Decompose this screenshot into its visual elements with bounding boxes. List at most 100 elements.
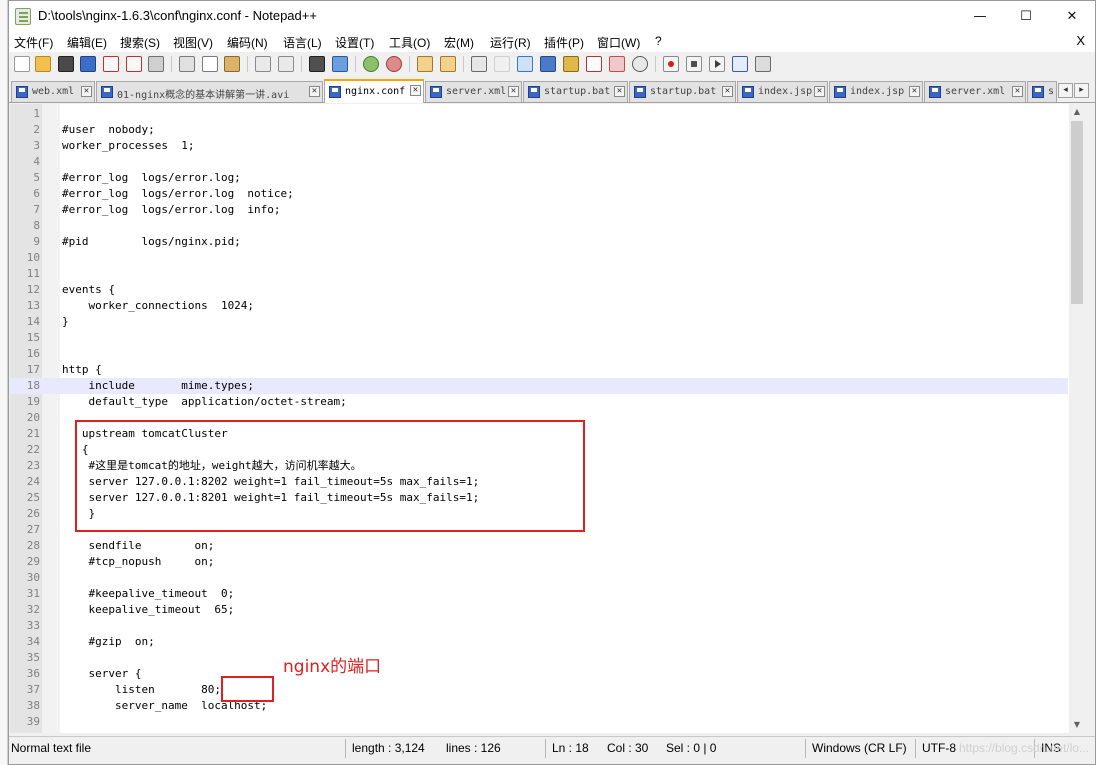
open-file-icon[interactable] bbox=[35, 56, 51, 72]
undo-icon[interactable] bbox=[255, 56, 271, 72]
code-text[interactable]: default_type application/octet-stream; bbox=[62, 394, 346, 410]
code-line[interactable]: 13 worker_connections 1024; bbox=[10, 298, 1068, 314]
code-line[interactable]: 39 bbox=[10, 714, 1068, 730]
code-line[interactable]: 19 default_type application/octet-stream… bbox=[10, 394, 1068, 410]
code-text[interactable]: worker_connections 1024; bbox=[62, 298, 254, 314]
code-line[interactable]: 10 bbox=[10, 250, 1068, 266]
monitoring-icon[interactable] bbox=[609, 56, 625, 72]
print-icon[interactable] bbox=[148, 56, 164, 72]
tab-close-icon[interactable]: ✕ bbox=[722, 86, 733, 97]
run-macro-multiple-icon[interactable] bbox=[732, 56, 748, 72]
sync-horizontal-icon[interactable] bbox=[440, 56, 456, 72]
code-text[interactable]: include mime.types; bbox=[62, 378, 254, 394]
code-line[interactable]: 28 sendfile on; bbox=[10, 538, 1068, 554]
code-line[interactable]: 3 worker_processes 1; bbox=[10, 138, 1068, 154]
save-all-icon[interactable] bbox=[80, 56, 96, 72]
stop-record-icon[interactable] bbox=[686, 56, 702, 72]
show-all-chars-icon[interactable] bbox=[494, 56, 510, 72]
code-line[interactable]: 4 bbox=[10, 154, 1068, 170]
tab-startup-bat-2[interactable]: startup.bat ✕ bbox=[629, 81, 736, 102]
code-line[interactable]: 32 keepalive_timeout 65; bbox=[10, 602, 1068, 618]
scroll-up-arrow-icon[interactable]: ▲ bbox=[1069, 104, 1084, 120]
tab-web-xml[interactable]: web.xml ✕ bbox=[11, 81, 95, 102]
code-line[interactable]: 33 bbox=[10, 618, 1068, 634]
menu-search[interactable]: 搜索(S) bbox=[120, 34, 160, 51]
playback-macro-icon[interactable] bbox=[709, 56, 725, 72]
folder-workspace-icon[interactable] bbox=[586, 56, 602, 72]
function-list-icon[interactable] bbox=[563, 56, 579, 72]
sync-vertical-icon[interactable] bbox=[417, 56, 433, 72]
code-text[interactable]: worker_processes 1; bbox=[62, 138, 194, 154]
code-line[interactable]: 2 #user nobody; bbox=[10, 122, 1068, 138]
close-window-button[interactable]: ✕ bbox=[1049, 1, 1095, 32]
menu-plugins[interactable]: 插件(P) bbox=[544, 34, 584, 51]
code-line[interactable]: 11 bbox=[10, 266, 1068, 282]
minimize-button[interactable]: — bbox=[957, 1, 1003, 32]
code-line[interactable]: 12 events { bbox=[10, 282, 1068, 298]
vertical-scrollbar[interactable]: ▲ ▼ bbox=[1069, 104, 1084, 733]
code-text[interactable]: server { bbox=[62, 666, 141, 682]
code-lines[interactable]: 1 2 #user nobody; 3 worker_processes 1; 4 5 #er… bbox=[10, 106, 1068, 730]
tab-close-icon[interactable]: ✕ bbox=[814, 86, 825, 97]
menu-language[interactable]: 语言(L) bbox=[283, 34, 322, 51]
code-text[interactable]: #pid logs/nginx.pid; bbox=[62, 234, 241, 250]
code-line[interactable]: 15 bbox=[10, 330, 1068, 346]
code-text[interactable]: #tcp_nopush on; bbox=[62, 554, 214, 570]
code-line[interactable]: 29 #tcp_nopush on; bbox=[10, 554, 1068, 570]
code-line[interactable]: 18 include mime.types; bbox=[10, 378, 1068, 394]
tab-close-icon[interactable]: ✕ bbox=[909, 86, 920, 97]
tab-server-xml[interactable]: server.xml ✕ bbox=[425, 81, 522, 102]
copy-icon[interactable] bbox=[202, 56, 218, 72]
tab-index-jsp[interactable]: index.jsp ✕ bbox=[737, 81, 828, 102]
word-wrap-icon[interactable] bbox=[471, 56, 487, 72]
code-line[interactable]: 17 http { bbox=[10, 362, 1068, 378]
menu-help[interactable]: ? bbox=[655, 34, 662, 48]
menu-file[interactable]: 文件(F) bbox=[14, 34, 53, 51]
tab-index-jsp-2[interactable]: index.jsp ✕ bbox=[829, 81, 923, 102]
close-icon[interactable] bbox=[103, 56, 119, 72]
code-text[interactable]: } bbox=[62, 314, 69, 330]
tab-truncated[interactable]: s bbox=[1027, 81, 1057, 102]
tab-close-icon[interactable]: ✕ bbox=[410, 85, 421, 96]
menu-tools[interactable]: 工具(O) bbox=[389, 34, 430, 51]
code-text[interactable]: #gzip on; bbox=[62, 634, 154, 650]
find-icon[interactable] bbox=[309, 56, 325, 72]
tab-close-icon[interactable]: ✕ bbox=[614, 86, 625, 97]
close-document-button[interactable]: X bbox=[1076, 33, 1085, 48]
code-line[interactable]: 16 bbox=[10, 346, 1068, 362]
menu-edit[interactable]: 编辑(E) bbox=[67, 34, 107, 51]
code-line[interactable]: 14} bbox=[10, 314, 1068, 330]
editor-pane[interactable]: 1 2 #user nobody; 3 worker_processes 1; 4 5 #er… bbox=[10, 104, 1084, 733]
document-map-icon[interactable] bbox=[540, 56, 556, 72]
code-line[interactable]: 31 #keepalive_timeout 0; bbox=[10, 586, 1068, 602]
code-line[interactable]: 30 bbox=[10, 570, 1068, 586]
code-line[interactable]: 1 bbox=[10, 106, 1068, 122]
replace-icon[interactable] bbox=[332, 56, 348, 72]
redo-icon[interactable] bbox=[278, 56, 294, 72]
zoom-in-icon[interactable] bbox=[363, 56, 379, 72]
menu-macro[interactable]: 宏(M) bbox=[444, 34, 474, 51]
code-text[interactable]: #error_log logs/error.log info; bbox=[62, 202, 281, 218]
menu-run[interactable]: 运行(R) bbox=[490, 34, 531, 51]
save-macro-icon[interactable] bbox=[755, 56, 771, 72]
eye-icon[interactable] bbox=[632, 56, 648, 72]
indent-guide-icon[interactable] bbox=[517, 56, 533, 72]
tab-close-icon[interactable]: ✕ bbox=[309, 86, 320, 97]
code-text[interactable]: #user nobody; bbox=[62, 122, 155, 138]
menu-settings[interactable]: 设置(T) bbox=[335, 34, 374, 51]
save-icon[interactable] bbox=[58, 56, 74, 72]
new-file-icon[interactable] bbox=[14, 56, 30, 72]
tab-scroll-right-button[interactable]: ▸ bbox=[1074, 83, 1089, 98]
code-line[interactable]: 35 bbox=[10, 650, 1068, 666]
code-text[interactable]: #error_log logs/error.log; bbox=[62, 170, 241, 186]
tab-video-avi[interactable]: 01-nginx概念的基本讲解第一讲.avi ✕ bbox=[96, 81, 323, 102]
code-text[interactable]: events { bbox=[62, 282, 115, 298]
code-text[interactable]: keepalive_timeout 65; bbox=[62, 602, 234, 618]
cut-icon[interactable] bbox=[179, 56, 195, 72]
close-all-icon[interactable] bbox=[126, 56, 142, 72]
code-text[interactable]: http { bbox=[62, 362, 102, 378]
code-line[interactable]: 38 server_name localhost; bbox=[10, 698, 1068, 714]
maximize-button[interactable]: ☐ bbox=[1003, 1, 1049, 32]
code-line[interactable]: 7 #error_log logs/error.log info; bbox=[10, 202, 1068, 218]
code-text[interactable]: sendfile on; bbox=[62, 538, 214, 554]
